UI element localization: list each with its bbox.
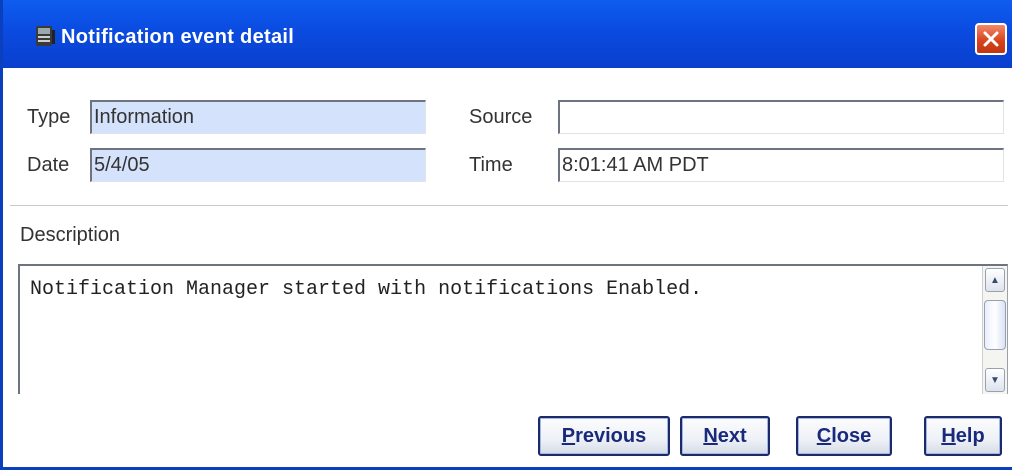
title-bar[interactable]: Notification event detail	[3, 0, 1012, 68]
next-mnemonic: N	[703, 424, 718, 447]
description-text: Notification Manager started with notifi…	[30, 278, 703, 301]
header-divider	[10, 205, 1008, 206]
help-button[interactable]: Help	[924, 416, 1002, 456]
close-window-button[interactable]	[975, 23, 1007, 55]
window-title: Notification event detail	[61, 26, 295, 48]
date-field[interactable]: 5/4/05	[90, 148, 426, 182]
scroll-thumb[interactable]	[984, 300, 1006, 350]
next-button[interactable]: Next	[680, 416, 770, 456]
help-mnemonic: H	[941, 424, 956, 447]
help-label: elp	[955, 424, 985, 447]
time-label: Time	[469, 154, 513, 176]
time-field[interactable]: 8:01:41 AM PDT	[558, 148, 1004, 182]
type-field[interactable]: Information	[90, 100, 426, 134]
description-textarea[interactable]: Notification Manager started with notifi…	[18, 264, 1008, 394]
description-scrollbar[interactable]: ▲ ▼	[982, 266, 1007, 394]
previous-button[interactable]: Previous	[538, 416, 670, 456]
event-detail-dialog: Notification event detail Type Informati…	[0, 0, 1012, 470]
next-label: ext	[717, 424, 747, 447]
previous-label: revious	[575, 424, 647, 447]
date-label: Date	[27, 154, 70, 176]
app-icon	[33, 24, 57, 48]
scroll-down-button[interactable]: ▼	[985, 368, 1005, 392]
close-label: lose	[831, 424, 872, 447]
type-label: Type	[27, 106, 71, 128]
arrow-up-icon: ▲	[990, 274, 1000, 286]
arrow-down-icon: ▼	[990, 374, 1000, 386]
description-label: Description	[20, 224, 121, 246]
dialog-content: Type Information Source Date 5/4/05 Time…	[6, 68, 1012, 467]
close-icon	[983, 31, 999, 47]
close-button[interactable]: Close	[796, 416, 892, 456]
previous-mnemonic: P	[561, 424, 576, 447]
source-label: Source	[469, 106, 533, 128]
scroll-up-button[interactable]: ▲	[985, 268, 1005, 292]
close-mnemonic: C	[816, 424, 832, 447]
source-field[interactable]	[558, 100, 1004, 134]
